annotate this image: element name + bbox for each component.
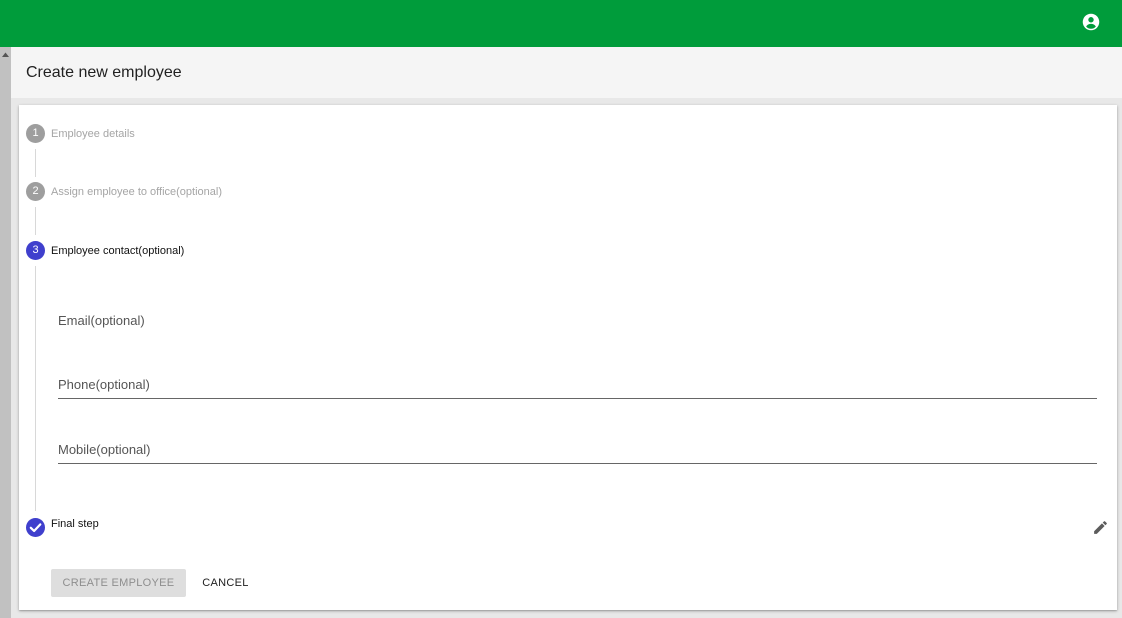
page-header: Create new employee — [11, 47, 1122, 98]
step-assign-office[interactable]: 2 Assign employee to office(optional) — [26, 182, 222, 201]
step-label: Employee details — [51, 127, 135, 140]
pencil-icon[interactable] — [1092, 519, 1109, 536]
step-connector — [35, 207, 36, 235]
page-title: Create new employee — [26, 64, 182, 81]
mobile-field[interactable]: Mobile(optional) — [58, 442, 1097, 464]
step-number-badge: 3 — [26, 241, 45, 260]
mobile-field-label: Mobile(optional) — [58, 442, 151, 457]
employee-stepper-card — [19, 105, 1117, 610]
scroll-up-arrow-icon[interactable] — [1, 50, 10, 59]
step-final[interactable]: Final step — [51, 518, 99, 530]
top-app-bar — [0, 0, 1122, 47]
step-label: Final step — [51, 518, 99, 530]
step-number-badge: 1 — [26, 124, 45, 143]
step-label: Employee contact(optional) — [51, 244, 185, 257]
check-icon — [26, 518, 45, 537]
phone-field-label: Phone(optional) — [58, 377, 150, 392]
vertical-scrollbar[interactable] — [0, 47, 11, 618]
account-circle-icon[interactable] — [1082, 13, 1100, 31]
step-label: Assign employee to office(optional) — [51, 185, 223, 198]
step-connector — [35, 266, 36, 511]
email-field[interactable]: Email(optional) — [58, 313, 1097, 335]
step-connector — [35, 149, 36, 177]
step-number-badge: 2 — [26, 182, 45, 201]
email-field-label: Email(optional) — [58, 313, 145, 328]
step-employee-details[interactable]: 1 Employee details — [26, 124, 135, 143]
phone-field[interactable]: Phone(optional) — [58, 377, 1097, 399]
step-employee-contact[interactable]: 3 Employee contact(optional) — [26, 241, 184, 260]
cancel-button[interactable]: CANCEL — [194, 569, 257, 597]
create-employee-button[interactable]: CREATE EMPLOYEE — [51, 569, 186, 597]
